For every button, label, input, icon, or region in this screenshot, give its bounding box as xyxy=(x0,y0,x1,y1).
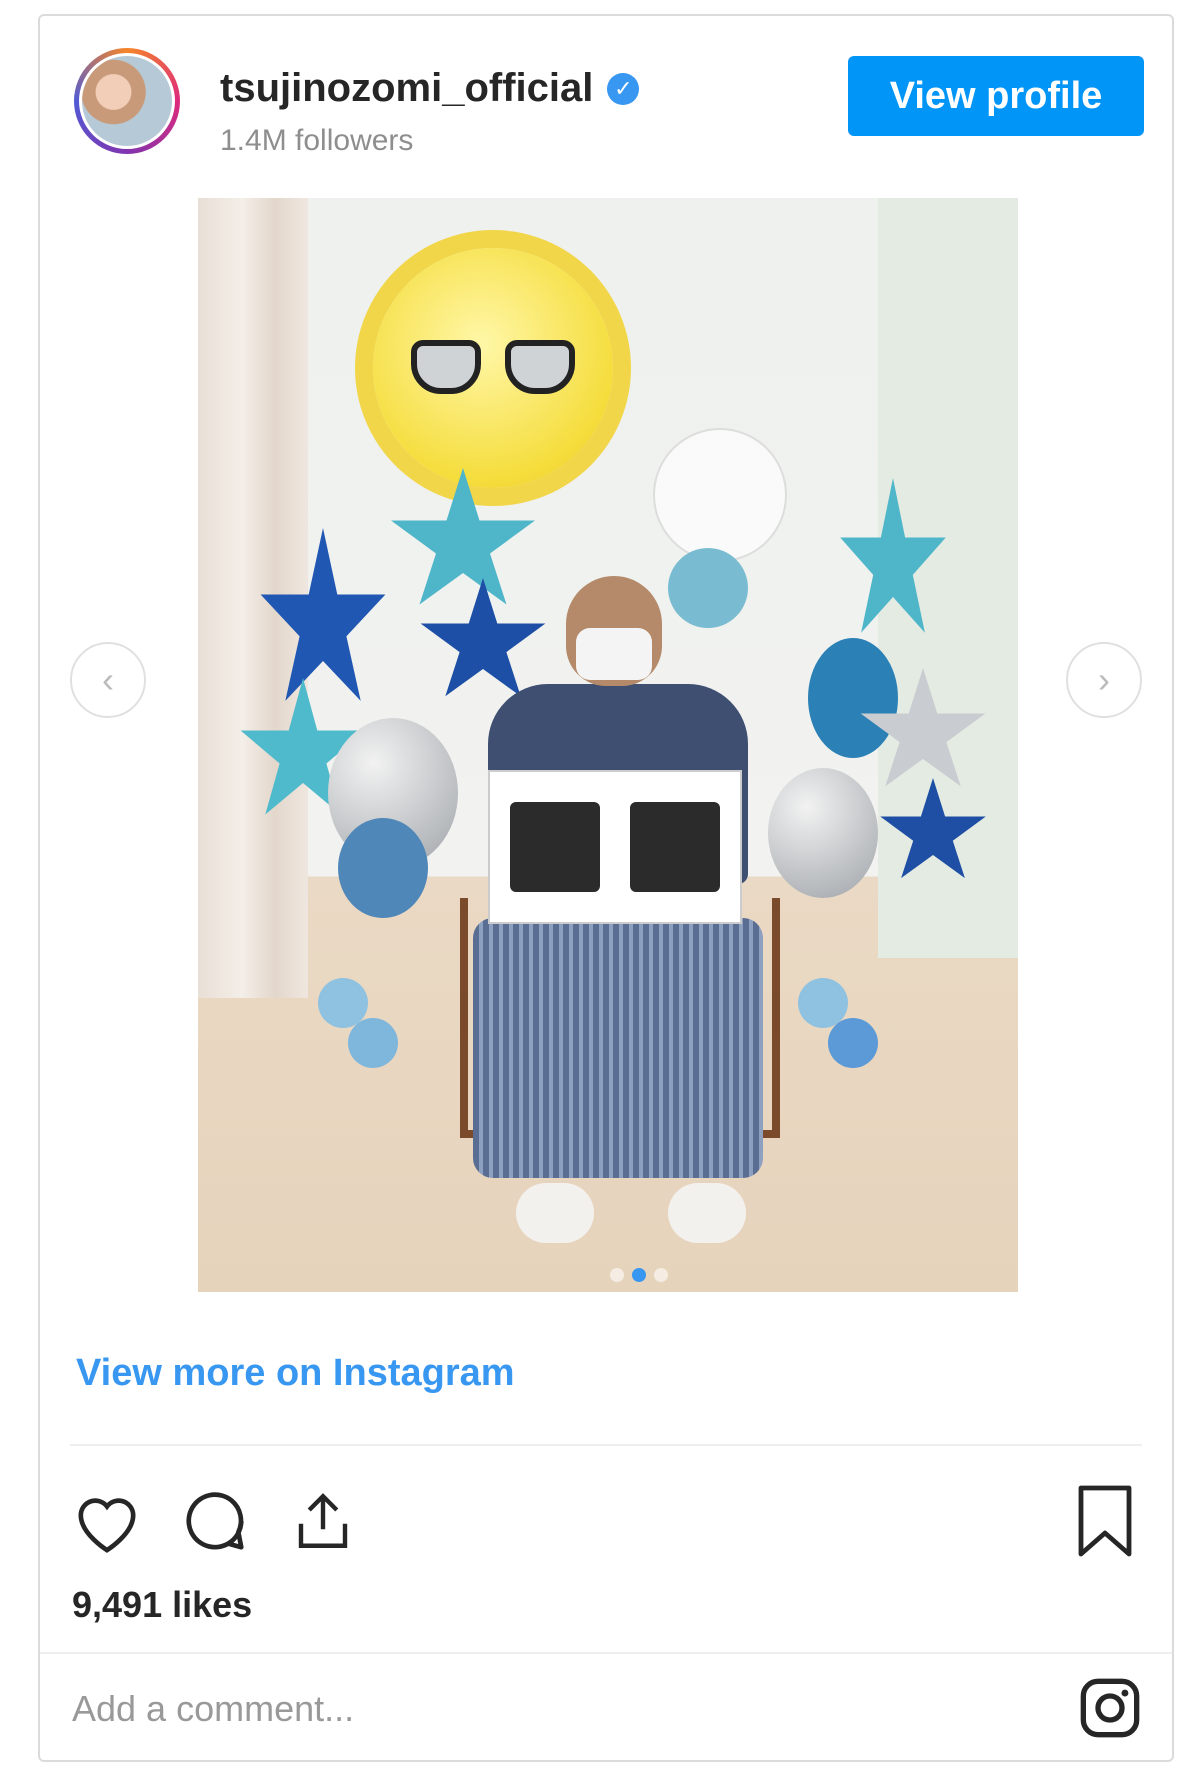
comment-row xyxy=(40,1652,1172,1764)
star-balloon xyxy=(391,468,535,605)
username[interactable]: tsujinozomi_official xyxy=(220,66,593,111)
chevron-right-icon[interactable]: › xyxy=(1066,642,1142,718)
instagram-logo-icon[interactable] xyxy=(1078,1676,1142,1745)
share-icon[interactable] xyxy=(286,1484,360,1558)
username-row: tsujinozomi_official ✓ xyxy=(220,66,640,111)
avatar[interactable] xyxy=(74,48,180,154)
post-image[interactable] xyxy=(198,198,1018,1292)
avatar-image xyxy=(82,56,172,146)
sun-balloon xyxy=(373,248,613,488)
shoe xyxy=(516,1183,594,1243)
carousel-dot-active xyxy=(632,1268,646,1282)
action-bar xyxy=(70,1484,360,1558)
bookmark-icon[interactable] xyxy=(1068,1484,1142,1558)
avatar-ring xyxy=(79,53,175,149)
carousel-dot xyxy=(654,1268,668,1282)
silver-balloon xyxy=(768,768,878,898)
grill-sign xyxy=(488,770,742,924)
blue-balloon xyxy=(348,1018,398,1068)
blue-balloon xyxy=(808,638,898,758)
instagram-embed-card: tsujinozomi_official ✓ 1.4M followers Vi… xyxy=(38,14,1174,1762)
person-pants xyxy=(473,918,763,1178)
likes-count[interactable]: 9,491 likes xyxy=(72,1584,252,1626)
divider xyxy=(70,1444,1142,1446)
blue-balloon xyxy=(668,548,748,628)
shoe xyxy=(668,1183,746,1243)
followers-count: 1.4M followers xyxy=(220,124,414,157)
sunglasses xyxy=(411,340,575,394)
chevron-left-icon[interactable]: ‹ xyxy=(70,642,146,718)
view-more-link[interactable]: View more on Instagram xyxy=(76,1352,515,1395)
comment-bubble-icon[interactable] xyxy=(178,1484,252,1558)
verified-check-icon: ✓ xyxy=(607,72,640,105)
carousel-dot xyxy=(610,1268,624,1282)
comment-input[interactable] xyxy=(70,1678,974,1740)
carousel-dots xyxy=(610,1268,668,1282)
heart-icon[interactable] xyxy=(70,1484,144,1558)
face-mask xyxy=(576,628,652,680)
clear-balloon xyxy=(653,428,787,562)
blue-balloon xyxy=(338,818,428,918)
blue-balloon xyxy=(828,1018,878,1068)
view-profile-button[interactable]: View profile xyxy=(848,56,1144,136)
